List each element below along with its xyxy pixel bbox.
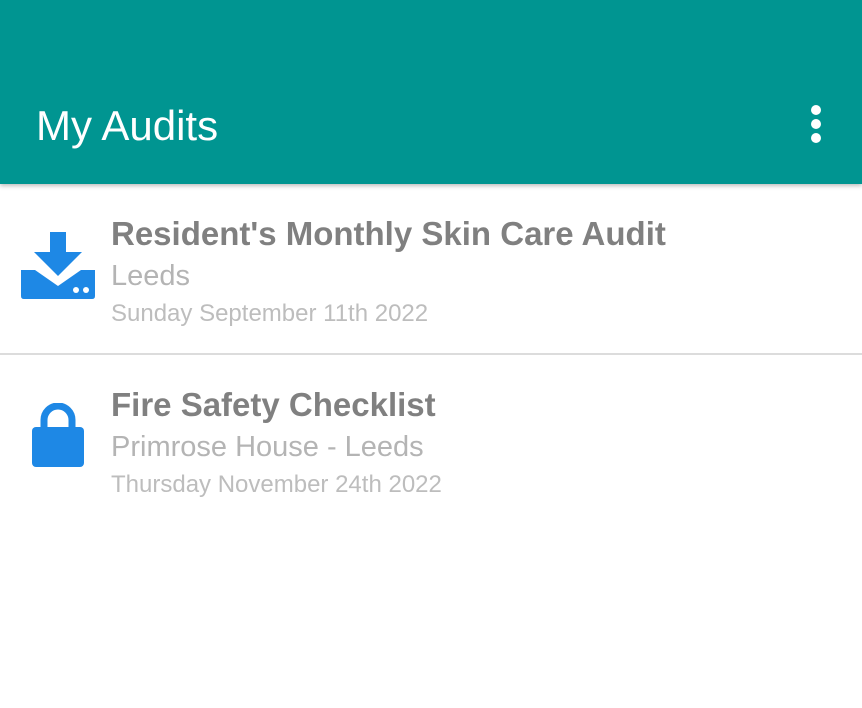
lock-icon-container	[20, 397, 96, 473]
audit-list: Resident's Monthly Skin Care Audit Leeds…	[0, 184, 862, 526]
audit-date: Sunday September 11th 2022	[111, 300, 429, 327]
audit-list-item-text: Resident's Monthly Skin Care Audit Leeds…	[111, 214, 842, 329]
page-title: My Audits	[36, 102, 219, 149]
audit-location: Primrose House - Leeds	[111, 431, 424, 463]
audit-title: Fire Safety Checklist	[111, 386, 436, 423]
download-icon-container	[20, 228, 96, 304]
download-icon	[21, 232, 95, 299]
overflow-menu-button[interactable]	[796, 98, 836, 150]
audit-date: Thursday November 24th 2022	[111, 471, 442, 498]
audit-location: Leeds	[111, 260, 191, 292]
lock-icon	[32, 403, 84, 467]
app-bar: My Audits	[0, 0, 862, 184]
audit-list-item[interactable]: Fire Safety Checklist Primrose House - L…	[0, 355, 862, 526]
audit-title: Resident's Monthly Skin Care Audit	[111, 215, 666, 252]
audit-list-item[interactable]: Resident's Monthly Skin Care Audit Leeds…	[0, 184, 862, 355]
audit-list-item-text: Fire Safety Checklist Primrose House - L…	[111, 385, 842, 500]
more-vertical-icon	[811, 105, 821, 143]
